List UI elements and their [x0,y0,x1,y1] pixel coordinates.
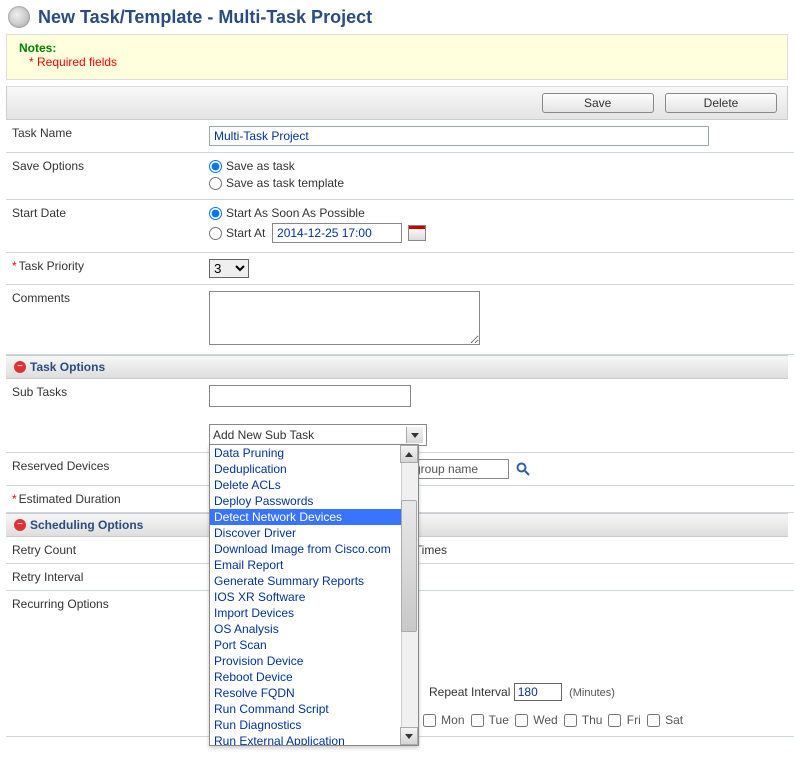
reserved-devices-label: Reserved Devices [6,453,203,486]
subtasks-label: Sub Tasks [6,379,203,453]
weekday-checkbox[interactable]: Thu [564,713,603,727]
weekday-checkbox[interactable]: Fri [608,713,640,727]
scroll-down-icon[interactable] [400,727,418,745]
task-name-label: Task Name [6,120,203,153]
retry-interval-label: Retry Interval [6,564,203,591]
repeat-interval-input[interactable] [514,683,562,701]
subtask-option[interactable]: Deploy Passwords [210,493,418,509]
subtask-option[interactable]: OS Analysis [210,621,418,637]
task-options-header[interactable]: − Task Options [6,355,788,379]
subtask-option[interactable]: Run Command Script [210,701,418,717]
subtask-option[interactable]: Deduplication [210,461,418,477]
collapse-icon[interactable]: − [14,519,26,531]
task-priority-select[interactable]: 3 [209,259,249,278]
start-at-radio[interactable] [209,227,222,240]
recurring-options-label: Recurring Options [6,591,203,737]
start-date-label: Start Date [6,200,203,253]
notes-title: Notes: [19,41,775,55]
weekday-checkbox[interactable]: Wed [515,713,558,727]
chevron-down-icon[interactable] [406,427,423,443]
calendar-icon[interactable] [408,225,426,241]
action-bar: Save Delete [6,86,788,120]
comments-textarea[interactable] [209,291,480,345]
save-button[interactable]: Save [542,93,654,113]
task-name-input[interactable] [209,126,709,146]
subtask-option[interactable]: Run Diagnostics [210,717,418,733]
weekday-checkbox[interactable]: Sat [647,713,683,727]
start-asap-radio[interactable] [209,207,222,220]
page-title: New Task/Template - Multi-Task Project [38,7,372,28]
collapse-icon[interactable]: − [14,361,26,373]
search-icon[interactable] [515,461,531,477]
subtask-option[interactable]: Reboot Device [210,669,418,685]
subtask-option[interactable]: Run External Application [210,733,418,746]
save-as-template-radio[interactable] [209,177,222,190]
notes-panel: Notes: * Required fields [6,34,788,80]
start-at-input[interactable] [272,223,402,243]
weekday-checkbox[interactable]: Mon [423,713,465,727]
task-options-form: Sub Tasks Add New Sub Task Data PruningD… [6,379,794,513]
scroll-up-icon[interactable] [400,445,418,463]
subtask-option[interactable]: Generate Summary Reports [210,573,418,589]
weekday-checkboxes: Sun Mon Tue Wed Thu Fri Sat [377,713,689,727]
add-subtask-dropdown[interactable]: Add New Sub Task [209,424,427,446]
estimated-duration-label: *Estimated Duration [6,486,203,513]
subtask-option[interactable]: Data Pruning [210,445,418,461]
page-header: New Task/Template - Multi-Task Project [0,0,794,34]
subtask-option[interactable]: IOS XR Software [210,589,418,605]
weekday-checkbox[interactable]: Tue [471,713,509,727]
subtask-option[interactable]: Resolve FQDN [210,685,418,701]
subtask-option[interactable]: Discover Driver [210,525,418,541]
main-form: Task Name Save Options Save as task Save… [6,120,794,355]
comments-label: Comments [6,285,203,355]
subtask-option[interactable]: Delete ACLs [210,477,418,493]
subtask-option[interactable]: Download Image from Cisco.com [210,541,418,557]
task-priority-label: *Task Priority [6,253,203,285]
scrollbar-track[interactable] [401,445,418,745]
subtask-option[interactable]: Email Report [210,557,418,573]
required-fields-note: * Required fields [29,55,775,69]
subtask-option[interactable]: Provision Device [210,653,418,669]
subtask-option[interactable]: Detect Network Devices [210,509,418,525]
delete-button[interactable]: Delete [665,93,777,113]
gear-icon [8,6,30,28]
save-options-label: Save Options [6,153,203,200]
retry-count-label: Retry Count [6,537,203,564]
subtask-dropdown-menu[interactable]: Data PruningDeduplicationDelete ACLsDepl… [209,444,419,746]
subtasks-listbox[interactable] [209,385,411,407]
subtask-option[interactable]: Port Scan [210,637,418,653]
scrollbar-thumb[interactable] [401,500,417,632]
subtask-option[interactable]: Import Devices [210,605,418,621]
save-as-task-radio[interactable] [209,160,222,173]
